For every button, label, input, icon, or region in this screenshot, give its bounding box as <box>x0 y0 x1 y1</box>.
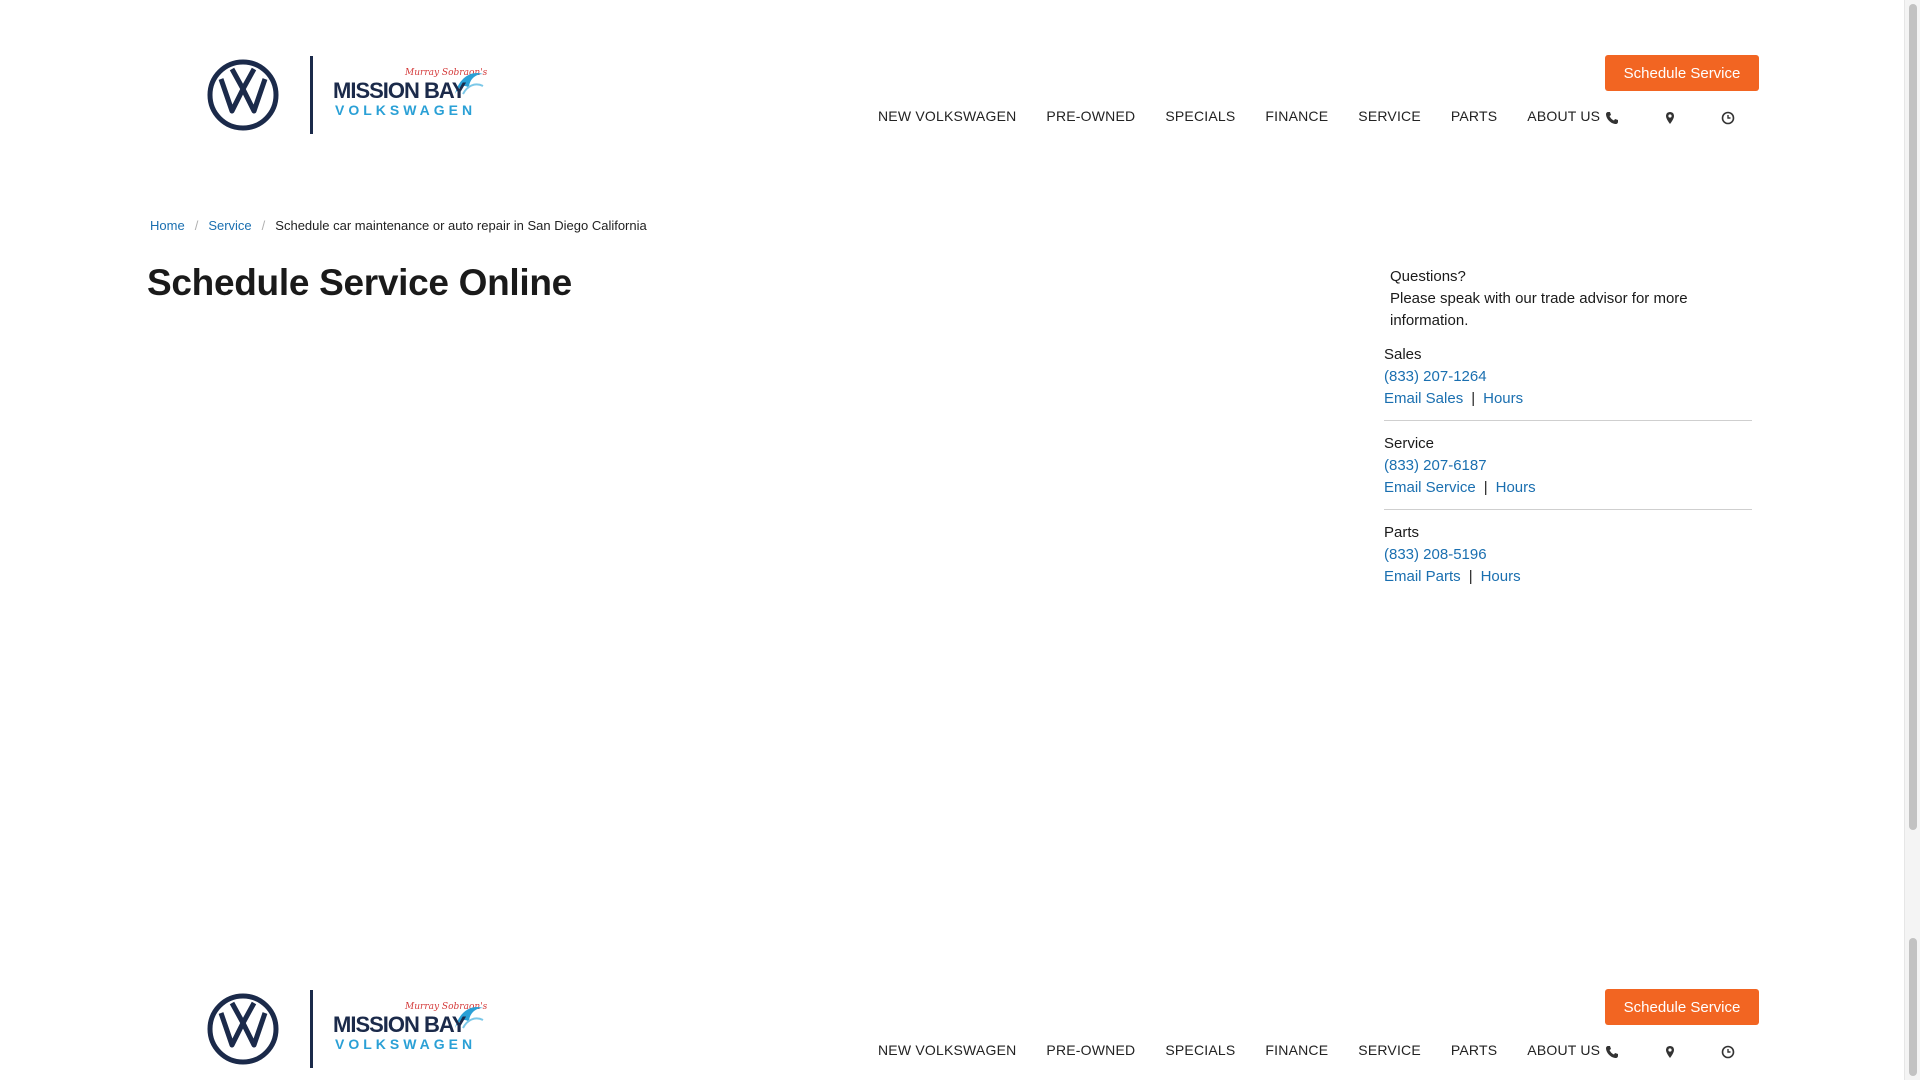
dept-phone-link[interactable]: (833) 207-1264 <box>1384 366 1487 388</box>
dealer-logo[interactable]: Murray Sobraon's MISSION BAY VOLKSWAGEN <box>333 64 487 120</box>
page: Murray Sobraon's MISSION BAY VOLKSWAGEN … <box>0 0 1904 1080</box>
dealer-name: MISSION BAY <box>333 78 466 103</box>
email-service-link[interactable]: Email Service <box>1384 479 1476 496</box>
questions-block: Questions? Please speak with our trade a… <box>1384 266 1752 332</box>
logo-divider <box>310 990 313 1068</box>
breadcrumb-home-link[interactable]: Home <box>150 218 185 233</box>
dept-links: Email Parts | Hours <box>1384 566 1752 588</box>
dept-phone-link[interactable]: (833) 208-5196 <box>1384 544 1487 566</box>
parts-hours-link[interactable]: Hours <box>1481 568 1521 585</box>
clock-icon[interactable] <box>1718 1042 1738 1062</box>
scrollbar-thumb-secondary[interactable] <box>1909 938 1917 1076</box>
dept-phone-link[interactable]: (833) 207-6187 <box>1384 455 1487 477</box>
nav-new-volkswagen[interactable]: NEW VOLKSWAGEN <box>878 1042 1016 1062</box>
link-separator: | <box>1471 390 1476 407</box>
nav-service[interactable]: SERVICE <box>1358 1042 1421 1062</box>
nav-service[interactable]: SERVICE <box>1358 108 1421 128</box>
nav-specials[interactable]: SPECIALS <box>1165 108 1235 128</box>
scrollbar-thumb[interactable] <box>1909 4 1917 830</box>
schedule-service-button[interactable]: Schedule Service <box>1605 989 1759 1025</box>
nav-new-volkswagen[interactable]: NEW VOLKSWAGEN <box>878 108 1016 128</box>
sticky-header: Murray Sobraon's MISSION BAY VOLKSWAGEN … <box>0 934 1904 1080</box>
sales-hours-link[interactable]: Hours <box>1483 390 1523 407</box>
nav-about-us[interactable]: ABOUT US <box>1527 108 1600 128</box>
dept-name: Parts <box>1384 524 1420 541</box>
service-hours-link[interactable]: Hours <box>1496 479 1536 496</box>
nav-finance[interactable]: FINANCE <box>1265 1042 1328 1062</box>
dept-links: Email Sales | Hours <box>1384 388 1752 410</box>
dealer-name: MISSION BAY <box>333 1012 466 1037</box>
dealer-brand: VOLKSWAGEN <box>335 102 477 118</box>
clock-icon[interactable] <box>1718 108 1738 128</box>
email-sales-link[interactable]: Email Sales <box>1384 390 1463 407</box>
link-separator: | <box>1483 479 1488 496</box>
phone-icon[interactable] <box>1602 108 1622 128</box>
main-nav: NEW VOLKSWAGEN PRE-OWNED SPECIALS FINANC… <box>878 1042 1630 1062</box>
site-header: Murray Sobraon's MISSION BAY VOLKSWAGEN … <box>0 0 1904 170</box>
breadcrumb-current: Schedule car maintenance or auto repair … <box>275 218 647 233</box>
schedule-service-button[interactable]: Schedule Service <box>1605 55 1759 91</box>
map-pin-icon[interactable] <box>1660 108 1680 128</box>
dept-sales: Sales (833) 207-1264 Email Sales | Hours <box>1384 332 1752 421</box>
main-nav: NEW VOLKSWAGEN PRE-OWNED SPECIALS FINANC… <box>878 108 1630 128</box>
map-pin-icon[interactable] <box>1660 1042 1680 1062</box>
nav-about-us[interactable]: ABOUT US <box>1527 1042 1600 1062</box>
nav-specials[interactable]: SPECIALS <box>1165 1042 1235 1062</box>
questions-text: Please speak with our trade advisor for … <box>1390 290 1688 329</box>
dept-name: Service <box>1384 435 1435 452</box>
vw-logo-icon[interactable] <box>207 993 279 1065</box>
nav-parts[interactable]: PARTS <box>1451 108 1497 128</box>
phone-icon[interactable] <box>1602 1042 1622 1062</box>
dept-service: Service (833) 207-6187 Email Service | Hou… <box>1384 421 1752 510</box>
breadcrumb: Home / Service / Schedule car maintenanc… <box>150 218 647 233</box>
dept-parts: Parts (833) 208-5196 Email Parts | Hours <box>1384 510 1752 598</box>
dept-links: Email Service | Hours <box>1384 477 1752 499</box>
page-title: Schedule Service Online <box>147 262 572 303</box>
vertical-scrollbar[interactable] <box>1904 0 1920 1080</box>
breadcrumb-service-link[interactable]: Service <box>208 218 251 233</box>
breadcrumb-separator: / <box>261 218 266 233</box>
nav-parts[interactable]: PARTS <box>1451 1042 1497 1062</box>
nav-pre-owned[interactable]: PRE-OWNED <box>1046 108 1135 128</box>
email-parts-link[interactable]: Email Parts <box>1384 568 1461 585</box>
nav-finance[interactable]: FINANCE <box>1265 108 1328 128</box>
dealer-logo[interactable]: Murray Sobraon's MISSION BAY VOLKSWAGEN <box>333 998 487 1054</box>
breadcrumb-separator: / <box>194 218 199 233</box>
dealer-brand: VOLKSWAGEN <box>335 1036 477 1052</box>
dept-name: Sales <box>1384 346 1422 363</box>
link-separator: | <box>1468 568 1473 585</box>
nav-pre-owned[interactable]: PRE-OWNED <box>1046 1042 1135 1062</box>
questions-heading: Questions? <box>1390 268 1466 285</box>
vw-logo-icon[interactable] <box>207 59 279 131</box>
contact-sidebar: Questions? Please speak with our trade a… <box>1384 266 1752 598</box>
logo-divider <box>310 56 313 134</box>
